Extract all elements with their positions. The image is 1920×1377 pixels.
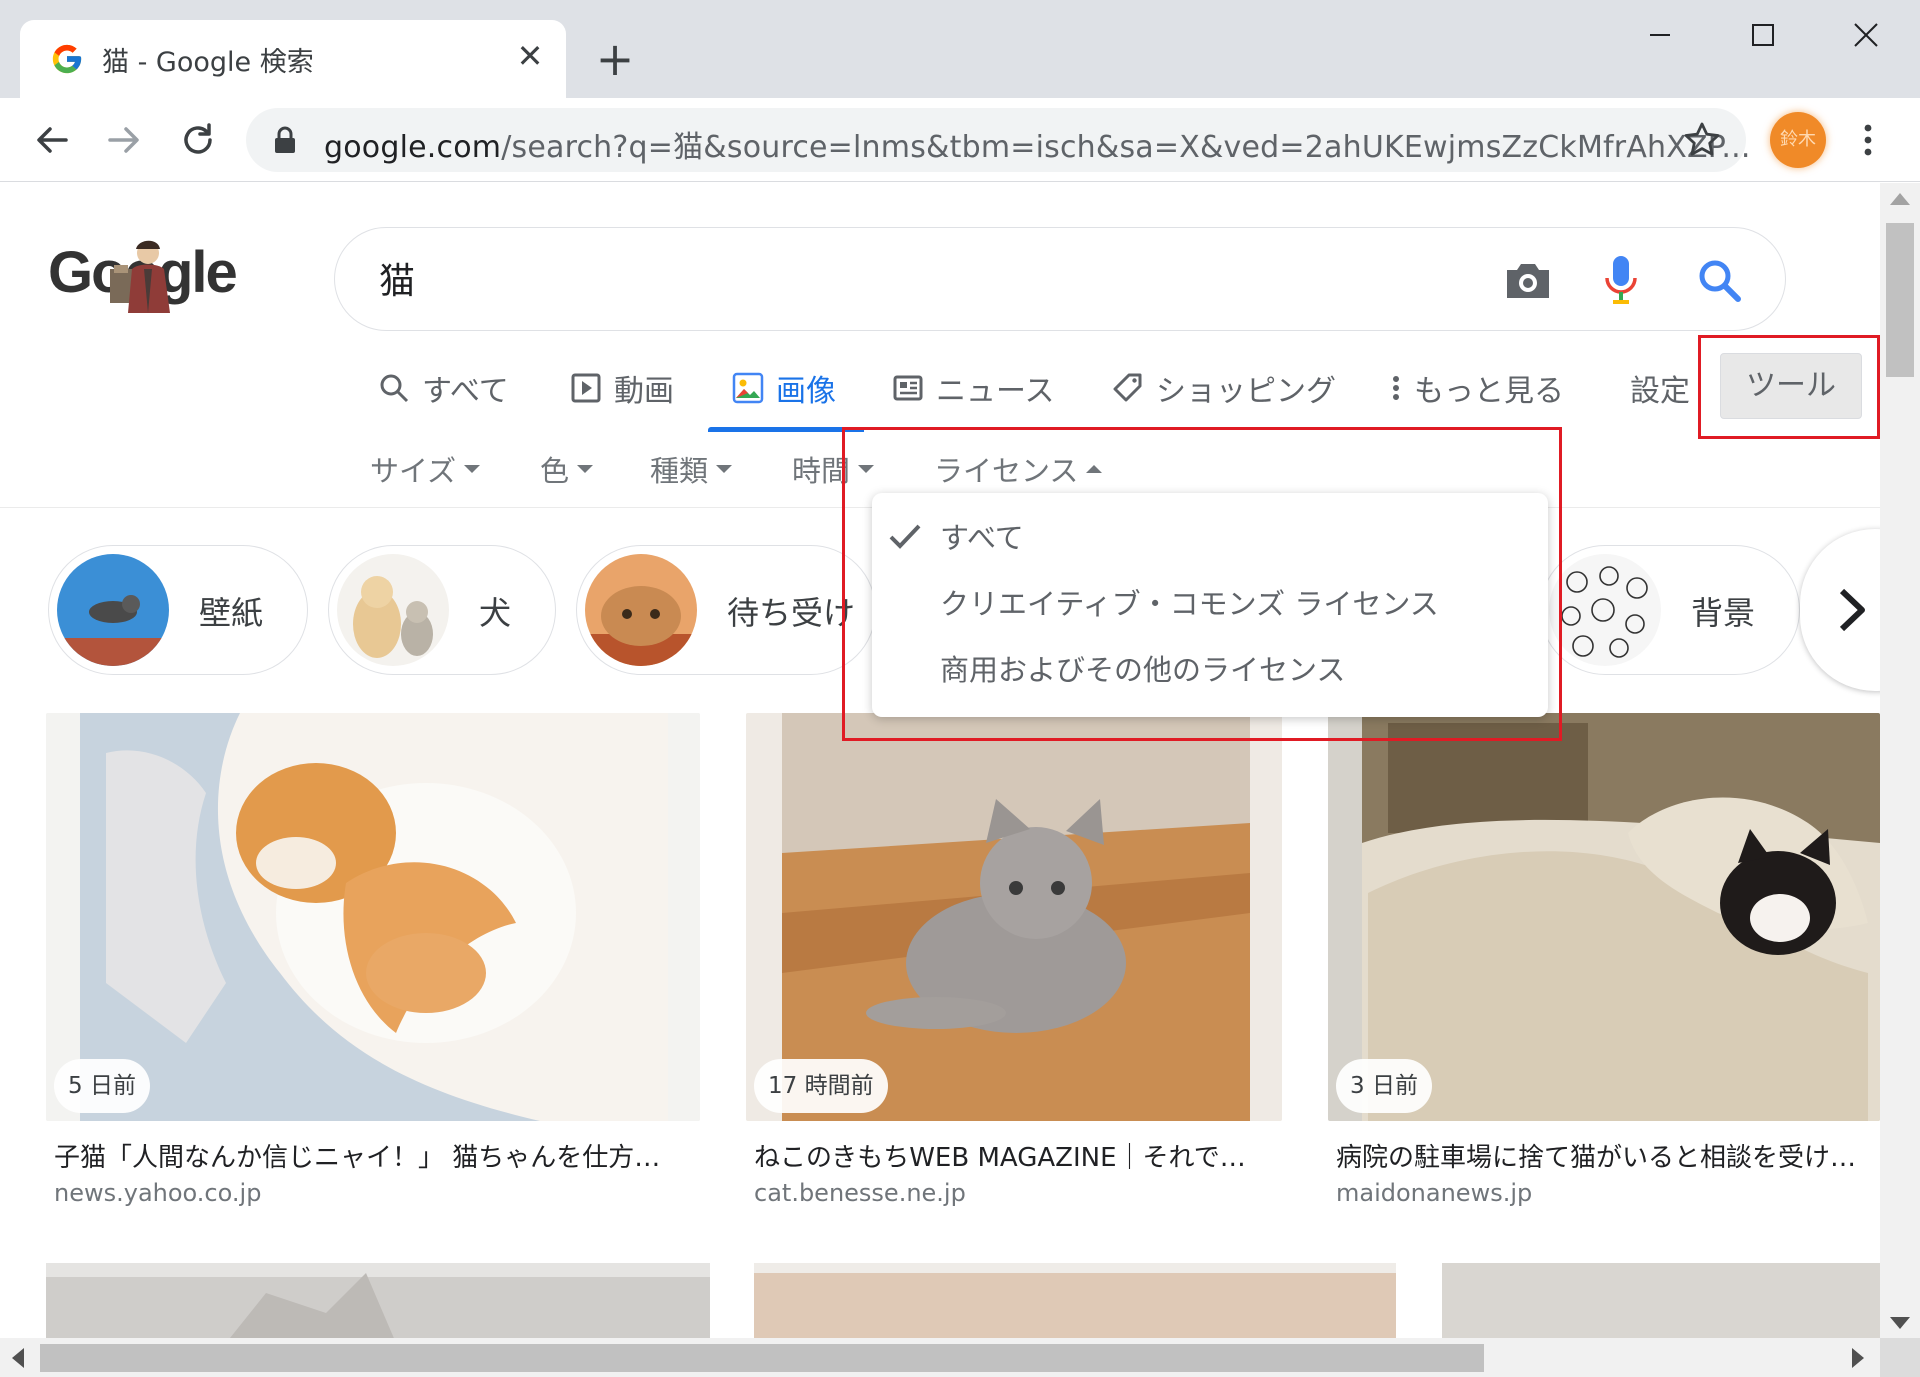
tab-close-button[interactable]: ✕: [510, 36, 550, 76]
browser-toolbar: google.com/search?q=猫&source=lnms&tbm=is…: [0, 98, 1920, 182]
microphone-icon[interactable]: [1603, 254, 1639, 306]
window-maximize-button[interactable]: [1732, 12, 1792, 58]
scroll-right-arrow-icon[interactable]: [1852, 1348, 1864, 1368]
caret-down-icon: [464, 465, 481, 473]
result-site[interactable]: cat.benesse.ne.jp: [754, 1179, 966, 1207]
caret-down-icon: [577, 465, 594, 473]
camera-search-icon[interactable]: [1503, 258, 1553, 302]
search-icon: [380, 374, 409, 403]
settings-link[interactable]: 設定: [1630, 363, 1690, 413]
result-title[interactable]: 子猫「人間なんか信じニャイ！」 猫ちゃんを仕方…: [54, 1137, 734, 1174]
filter-label: 色: [540, 454, 570, 488]
chip-label: 犬: [479, 594, 512, 632]
result-age-badge: 5 日前: [54, 1059, 150, 1113]
tab-label: すべて: [422, 374, 509, 409]
result-image[interactable]: [1442, 1263, 1880, 1338]
browser-tab[interactable]: 猫 - Google 検索 ✕: [20, 20, 566, 98]
search-icon[interactable]: [1695, 256, 1743, 304]
tab-more[interactable]: もっと見る: [1390, 363, 1564, 413]
result-image[interactable]: [754, 1263, 1396, 1338]
forward-arrow-icon[interactable]: [100, 116, 148, 164]
active-tab-indicator: [708, 427, 864, 432]
search-query-input[interactable]: 猫: [379, 252, 415, 304]
tab-shopping[interactable]: ショッピング: [1112, 363, 1336, 413]
chip-label: 待ち受け: [727, 594, 856, 632]
horizontal-scroll-thumb[interactable]: [40, 1344, 1484, 1372]
google-favicon-icon: [52, 44, 82, 74]
result-site[interactable]: news.yahoo.co.jp: [54, 1179, 261, 1207]
result-title[interactable]: 病院の駐車場に捨て猫がいると相談を受け…: [1336, 1137, 1880, 1174]
result-age-badge: 17 時間前: [754, 1059, 888, 1113]
url-text[interactable]: google.com/search?q=猫&source=lnms&tbm=is…: [324, 122, 1751, 166]
profile-avatar[interactable]: 鈴木: [1770, 112, 1826, 168]
filter-label: 種類: [650, 454, 709, 488]
tab-label: 動画: [614, 374, 674, 409]
doodle-figure-icon: [110, 240, 170, 313]
tools-highlight-box: [1698, 335, 1880, 439]
scroll-down-arrow-icon[interactable]: [1890, 1317, 1910, 1329]
scroll-up-arrow-icon[interactable]: [1890, 193, 1910, 205]
url-host: google.com: [324, 130, 502, 165]
video-play-icon: [571, 373, 601, 403]
chip-label: 背景: [1691, 594, 1756, 632]
tab-images[interactable]: 画像: [732, 363, 836, 413]
tab-all[interactable]: すべて: [378, 363, 509, 413]
related-chip-dog[interactable]: 犬: [328, 545, 556, 675]
caret-down-icon: [716, 465, 733, 473]
window-minimize-button[interactable]: [1630, 12, 1690, 58]
chip-thumbnail: [1549, 554, 1661, 666]
result-image[interactable]: [46, 713, 700, 1121]
address-bar[interactable]: google.com/search?q=猫&source=lnms&tbm=is…: [246, 108, 1750, 172]
tag-icon: [1113, 373, 1142, 402]
tab-label: ショッピング: [1156, 374, 1336, 409]
result-age-badge: 3 日前: [1336, 1059, 1432, 1113]
tab-label: もっと見る: [1414, 374, 1564, 409]
chip-thumbnail: [57, 554, 169, 666]
result-image[interactable]: [46, 1263, 710, 1338]
chips-next-button[interactable]: [1800, 529, 1880, 691]
scroll-left-arrow-icon[interactable]: [12, 1348, 24, 1368]
related-chip-standby[interactable]: 待ち受け: [576, 545, 876, 675]
tab-title: 猫 - Google 検索: [102, 47, 314, 78]
result-title[interactable]: ねこのきもちWEB MAGAZINE｜それで…: [754, 1137, 1434, 1174]
more-vert-icon[interactable]: [1846, 118, 1890, 162]
search-box[interactable]: 猫: [334, 227, 1786, 331]
google-images-page: Google 猫: [0, 183, 1880, 1338]
chip-label: 壁紙: [199, 594, 264, 632]
scrollbar-corner: [1880, 1338, 1920, 1377]
new-tab-button[interactable]: +: [590, 36, 640, 86]
more-vert-icon: [1393, 376, 1399, 400]
chip-thumbnail: [337, 554, 449, 666]
result-site[interactable]: maidonanews.jp: [1336, 1179, 1532, 1207]
window-close-button[interactable]: [1836, 12, 1896, 58]
image-icon: [732, 372, 764, 404]
filter-size[interactable]: サイズ: [370, 447, 481, 491]
related-chip-wallpaper[interactable]: 壁紙: [48, 545, 308, 675]
url-path: /search?q=猫&source=lnms&tbm=isch&sa=X&ve…: [501, 130, 1751, 165]
vertical-scroll-thumb[interactable]: [1886, 223, 1914, 377]
back-arrow-icon[interactable]: [28, 116, 76, 164]
vertical-scrollbar[interactable]: [1880, 183, 1920, 1338]
filter-color[interactable]: 色: [540, 447, 594, 491]
tab-video[interactable]: 動画: [570, 363, 674, 413]
reload-icon[interactable]: [174, 116, 222, 164]
lock-icon: [275, 126, 295, 153]
bookmark-star-icon[interactable]: [1682, 120, 1722, 160]
license-highlight-box: [842, 427, 1562, 741]
tab-label: ニュース: [936, 374, 1055, 409]
filter-label: サイズ: [370, 454, 457, 488]
news-icon: [893, 375, 923, 401]
related-chip-background[interactable]: 背景: [1540, 545, 1800, 675]
chevron-right-icon: [1839, 588, 1865, 632]
tab-label: 画像: [776, 374, 836, 409]
tab-news[interactable]: ニュース: [892, 363, 1055, 413]
filter-type[interactable]: 種類: [650, 447, 733, 491]
horizontal-scrollbar[interactable]: [0, 1338, 1880, 1377]
chip-thumbnail: [585, 554, 697, 666]
google-doodle-logo[interactable]: Google: [48, 235, 244, 315]
browser-tab-strip: 猫 - Google 検索 ✕ +: [0, 0, 1920, 98]
